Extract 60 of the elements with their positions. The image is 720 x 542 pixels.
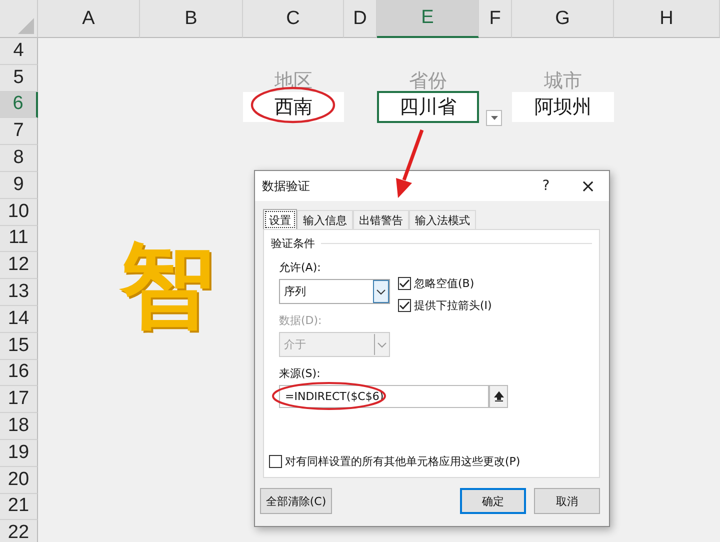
source-label: 来源(S): [279, 366, 322, 381]
column-header[interactable]: E [377, 0, 479, 38]
allow-label: 允许(A): [279, 260, 322, 275]
column-header[interactable]: F [479, 0, 512, 38]
cell-label: 城市 [544, 68, 582, 91]
row-header[interactable]: 21 [0, 494, 38, 520]
row-header[interactable]: 19 [0, 440, 38, 467]
row-header[interactable]: 10 [0, 198, 38, 226]
row-header[interactable]: 14 [0, 306, 38, 333]
row-header[interactable]: 5 [0, 64, 38, 92]
checkbox-option[interactable]: 对有同样设置的所有其他单元格应用这些更改(P) [269, 454, 520, 469]
tab[interactable]: 设置 [263, 209, 297, 230]
row-header[interactable]: 16 [0, 360, 38, 386]
cell-value[interactable]: 四川省 [377, 90, 479, 122]
row-header[interactable]: 6 [0, 92, 38, 118]
cell-value[interactable]: 西南 [243, 92, 344, 122]
collapse-button[interactable] [489, 385, 508, 408]
row-header[interactable]: 22 [0, 520, 38, 542]
caret-icon [490, 116, 498, 120]
column-header[interactable]: D [344, 0, 377, 38]
chevron-down-icon [376, 288, 386, 294]
dialog-button[interactable]: 确定 [460, 488, 526, 514]
dialog-button[interactable]: 全部清除(C) [260, 488, 332, 514]
data-label: 数据(D): [279, 313, 323, 328]
check-icon [399, 279, 410, 288]
column-header[interactable]: C [243, 0, 344, 38]
row-header[interactable]: 17 [0, 386, 38, 414]
help-button[interactable]: ? [525, 171, 567, 201]
cell-value[interactable]: 阿坝州 [512, 92, 614, 122]
row-header[interactable]: 15 [0, 332, 38, 360]
checkbox-option[interactable]: 提供下拉箭头(I) [398, 298, 492, 313]
column-header[interactable]: G [512, 0, 614, 38]
row-header[interactable]: 18 [0, 413, 38, 440]
source-field[interactable]: =INDIRECT($C$6) [279, 385, 489, 408]
row-header[interactable]: 8 [0, 145, 38, 172]
dialog-button[interactable]: 取消 [534, 488, 600, 514]
row-header[interactable]: 7 [0, 118, 38, 146]
dialog-title: 数据验证 [262, 178, 311, 194]
row-header[interactable]: 11 [0, 226, 38, 252]
close-button[interactable]: × [567, 171, 609, 201]
tab[interactable]: 输入信息 [297, 210, 353, 230]
checkbox-option[interactable]: 忽略空值(B) [398, 276, 492, 291]
tab[interactable]: 输入法模式 [409, 210, 476, 230]
row-header[interactable]: 13 [0, 279, 38, 306]
upload-arrow-icon [494, 391, 504, 402]
allow-dropdown[interactable]: 序列 [279, 279, 390, 304]
tab[interactable]: 出错警告 [353, 210, 409, 230]
column-header[interactable]: H [614, 0, 720, 38]
row-header[interactable]: 9 [0, 172, 38, 199]
column-header[interactable]: A [38, 0, 140, 38]
group-title: 验证条件 [271, 236, 315, 251]
banner-text: 智 [120, 240, 214, 334]
dropdown-button[interactable] [486, 110, 502, 126]
row-header[interactable]: 4 [0, 38, 38, 65]
row-header[interactable]: 12 [0, 252, 38, 280]
row-header[interactable]: 20 [0, 466, 38, 494]
column-header[interactable]: B [140, 0, 243, 38]
chevron-down-icon [377, 342, 387, 348]
check-icon [399, 301, 410, 310]
cell-label: 省份 [409, 68, 447, 91]
